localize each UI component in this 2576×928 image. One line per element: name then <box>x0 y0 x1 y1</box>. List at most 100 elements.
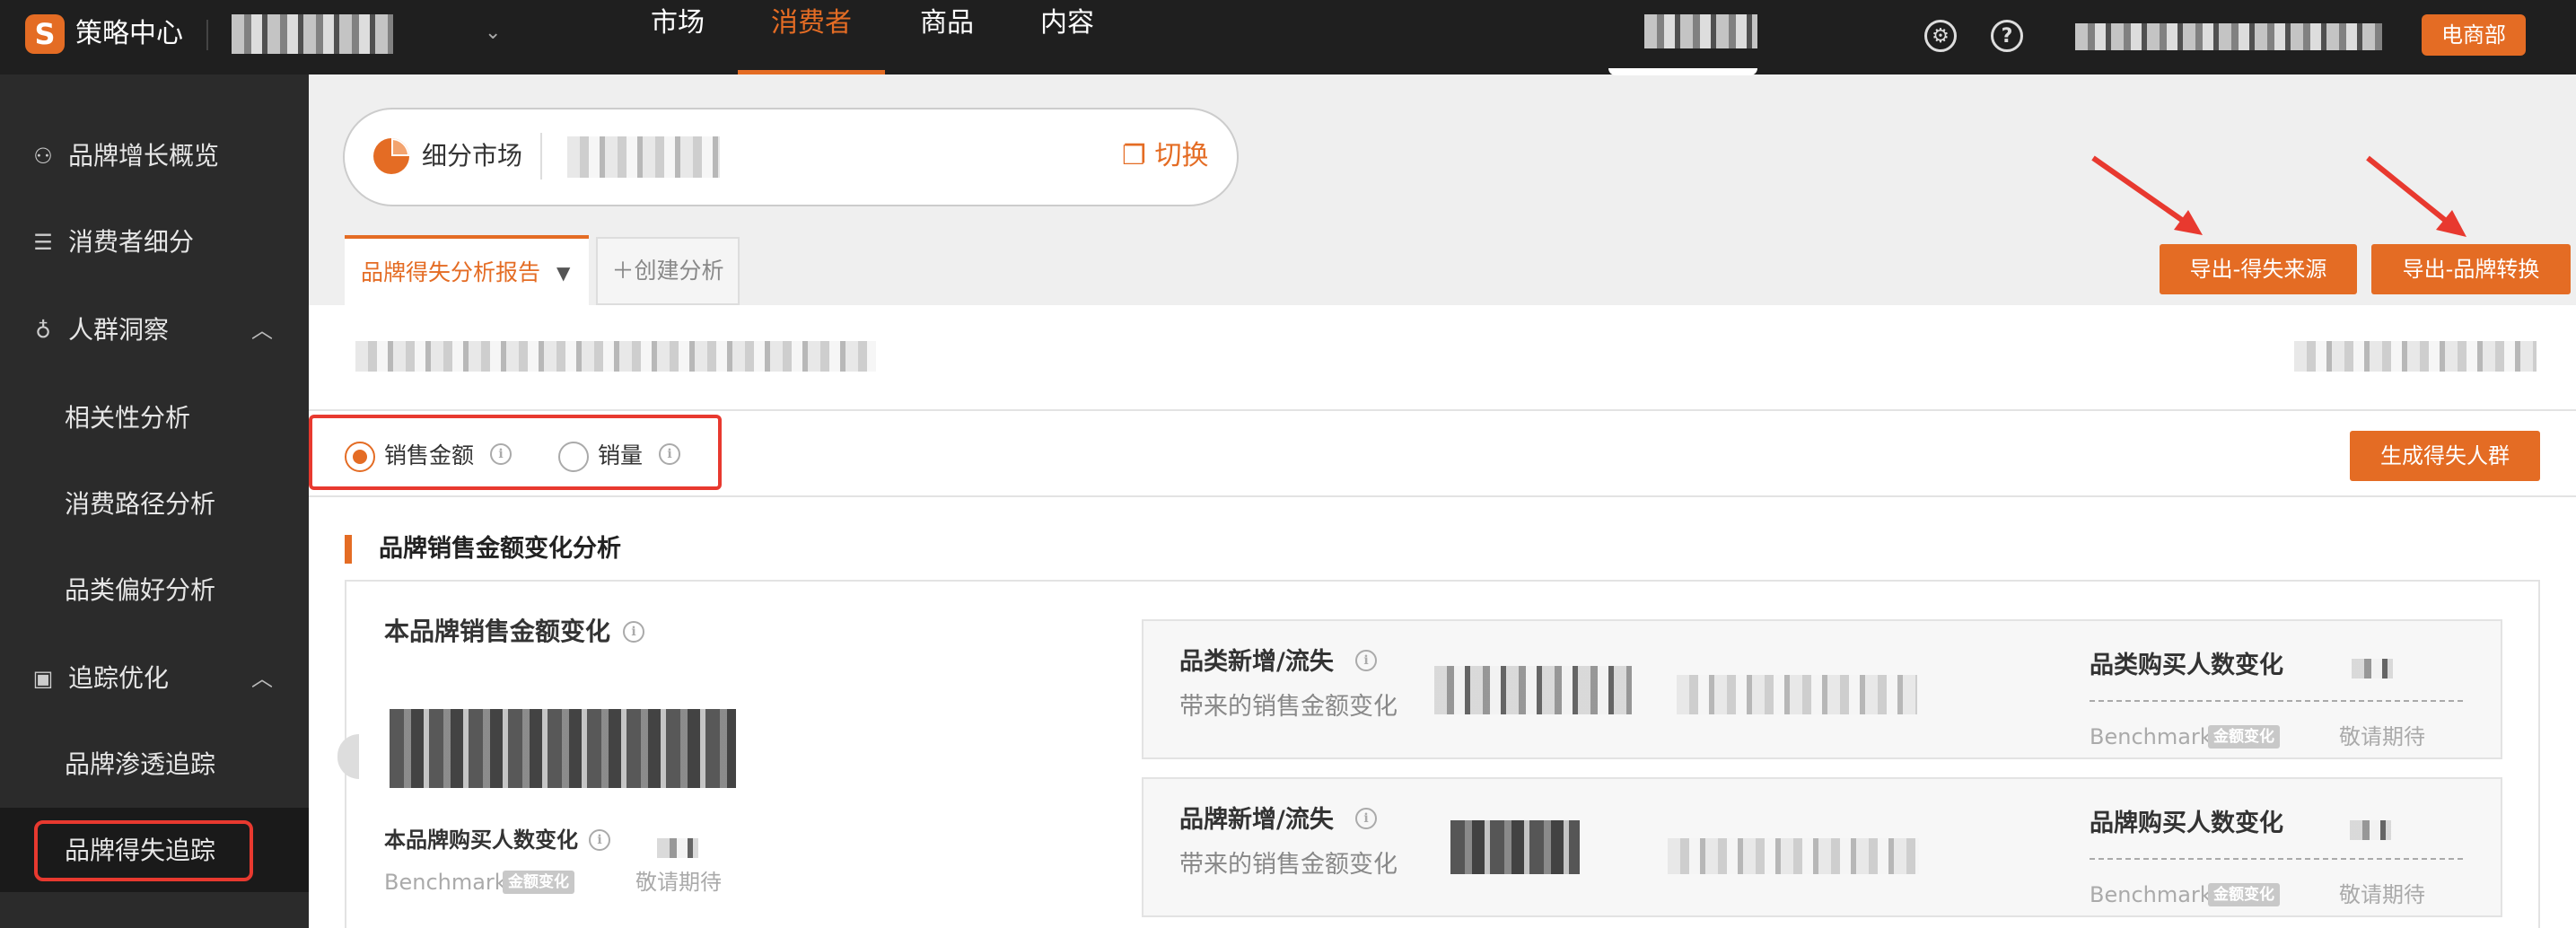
segment-label: 细分市场 <box>422 141 523 171</box>
report-meta <box>2294 341 2537 372</box>
caret-down-icon[interactable]: ▼ <box>556 257 570 289</box>
switch-icon: ❐ <box>1122 140 1146 171</box>
sidebar-item-label: 品牌增长概览 <box>68 141 220 171</box>
pie-chart-icon <box>373 138 409 174</box>
create-analysis-label: 创建分析 <box>634 258 724 284</box>
highlight-box-active-item <box>34 820 253 881</box>
segment-value <box>567 136 720 178</box>
report-info <box>355 341 876 372</box>
settings-icon[interactable]: ⚙ <box>1924 20 1957 52</box>
benchmark-tag: 金额变化 <box>503 871 574 894</box>
sidebar-item-label: 相关性分析 <box>65 403 191 433</box>
sidebar-item-label: 品类偏好分析 <box>65 575 216 605</box>
tab-report-label: 品牌得失分析报告 <box>361 259 541 285</box>
panel-category-value <box>1434 666 1632 714</box>
panel-category-right-value <box>2352 659 2393 678</box>
sidebar-item-category-preference[interactable]: 品类偏好分析 <box>0 547 309 632</box>
app-logo: S <box>25 14 65 54</box>
benchmark-label: Benchmark <box>384 870 507 895</box>
radio-sales-volume[interactable] <box>558 442 589 472</box>
nav-tab-product[interactable]: 商品 <box>907 0 987 74</box>
panel-category-title: 品类新增/流失 <box>1179 648 1334 676</box>
benchmark-label: Benchmark <box>2090 724 2212 749</box>
sidebar-item-label: 消费路径分析 <box>65 489 216 519</box>
tab-notch <box>1608 68 1757 75</box>
chevron-up-icon[interactable]: ︿ <box>251 312 273 348</box>
export-source-button[interactable]: 导出-得失来源 <box>2160 244 2357 294</box>
brand-change-title: 本品牌销售金额变化 <box>384 617 611 646</box>
dashed-divider <box>2090 858 2463 860</box>
dashed-divider <box>2090 700 2463 702</box>
panel-brand-right-title: 品牌购买人数变化 <box>2090 810 2283 837</box>
chevron-up-icon[interactable]: ︿ <box>251 661 273 696</box>
generate-crowd-button[interactable]: 生成得失人群 <box>2350 431 2540 481</box>
sidebar-item-consumer-segment[interactable]: ☰ 消费者细分 <box>0 199 309 284</box>
app-title: 策略中心 <box>75 18 183 49</box>
sidebar-item-tracking[interactable]: ▣ 追踪优化 ︿ <box>0 635 309 720</box>
help-icon[interactable]: ? <box>1991 20 2023 52</box>
panel-category-subtitle: 带来的销售金额变化 <box>1179 693 1398 721</box>
nav-tab-market[interactable]: 市场 <box>637 0 718 74</box>
radio-sales-volume-label[interactable]: 销量 <box>598 438 643 474</box>
pending-label: 敬请期待 <box>635 870 722 895</box>
tab-report[interactable]: 品牌得失分析报告 ▼ <box>345 235 589 307</box>
sidebar-item-brand-growth[interactable]: ⚇ 品牌增长概览 <box>0 113 309 197</box>
sidebar-item-label: 人群洞察 <box>68 315 170 345</box>
info-icon[interactable]: i <box>659 443 680 465</box>
user-info[interactable] <box>2075 23 2382 50</box>
sidebar-item-consume-path[interactable]: 消费路径分析 <box>0 461 309 546</box>
panel-brand-right-value <box>2350 820 2391 840</box>
topbar-divider <box>206 20 208 50</box>
benchmark-label: Benchmark <box>2090 882 2212 907</box>
benchmark-tag: 金额变化 <box>2208 883 2280 906</box>
top-bar: S 策略中心 ⌄ 市场 消费者 商品 内容 ⚙ ? 电商部 <box>0 0 2576 74</box>
panel-brand-title: 品牌新增/流失 <box>1179 806 1334 834</box>
segment-divider <box>540 133 542 179</box>
panel-brand-value <box>1450 820 1580 874</box>
department-button[interactable]: 电商部 <box>2422 14 2526 56</box>
benchmark-tag: 金额变化 <box>2208 725 2280 749</box>
sidebar-item-label: 品牌渗透追踪 <box>65 749 216 779</box>
buyers-change-value <box>657 838 698 858</box>
info-icon[interactable]: i <box>490 443 512 465</box>
info-icon[interactable]: i <box>1355 808 1377 829</box>
sidebar-item-label: 追踪优化 <box>68 663 170 693</box>
info-icon[interactable]: i <box>623 621 644 643</box>
annotation-arrow-icon <box>2366 155 2466 237</box>
bulb-icon: ♁ <box>35 318 51 343</box>
panel-category-right-title: 品类购买人数变化 <box>2090 652 2283 679</box>
switch-segment-button[interactable]: ❐ 切换 <box>1122 138 1208 174</box>
info-icon[interactable]: i <box>589 829 610 851</box>
section-accent <box>345 535 352 564</box>
panel-category-detail <box>1677 675 1917 714</box>
nav-tab-consumer[interactable]: 消费者 <box>738 0 885 74</box>
divider <box>309 495 2576 497</box>
panel-brand-subtitle: 带来的销售金额变化 <box>1179 851 1398 879</box>
pending-label: 敬请期待 <box>2339 882 2425 907</box>
pending-label: 敬请期待 <box>2339 724 2425 749</box>
chevron-down-icon[interactable]: ⌄ <box>485 22 501 44</box>
sidebar-item-correlation[interactable]: 相关性分析 <box>0 375 309 460</box>
radio-sales-amount[interactable] <box>345 442 375 472</box>
buyers-change-label: 本品牌购买人数变化 <box>384 827 578 853</box>
sidebar-item-penetration-tracking[interactable]: 品牌渗透追踪 <box>0 722 309 806</box>
sidebar-item-crowd-insight[interactable]: ♁ 人群洞察 ︿ <box>0 287 309 372</box>
plus-icon: ＋ <box>611 258 635 284</box>
annotation-arrow-icon <box>2091 155 2203 235</box>
person-growth-icon: ⚇ <box>33 144 53 169</box>
workspace-select[interactable] <box>232 14 393 54</box>
section-title: 品牌销售金额变化分析 <box>379 535 621 563</box>
info-icon[interactable]: i <box>1355 650 1377 671</box>
clipboard-icon: ▣ <box>32 666 54 691</box>
export-brand-switch-button[interactable]: 导出-品牌转换 <box>2371 244 2571 294</box>
segment-icon: ☰ <box>33 230 53 255</box>
radio-sales-amount-label[interactable]: 销售金额 <box>384 438 474 474</box>
create-analysis-button[interactable]: ＋创建分析 <box>596 237 740 305</box>
divider <box>309 409 2576 411</box>
context-selector[interactable] <box>1644 14 1757 48</box>
panel-brand-detail <box>1668 838 1919 874</box>
switch-label: 切换 <box>1154 140 1209 171</box>
sidebar-item-label: 消费者细分 <box>68 227 195 257</box>
brand-change-value <box>390 709 736 788</box>
nav-tab-content[interactable]: 内容 <box>1027 0 1108 74</box>
